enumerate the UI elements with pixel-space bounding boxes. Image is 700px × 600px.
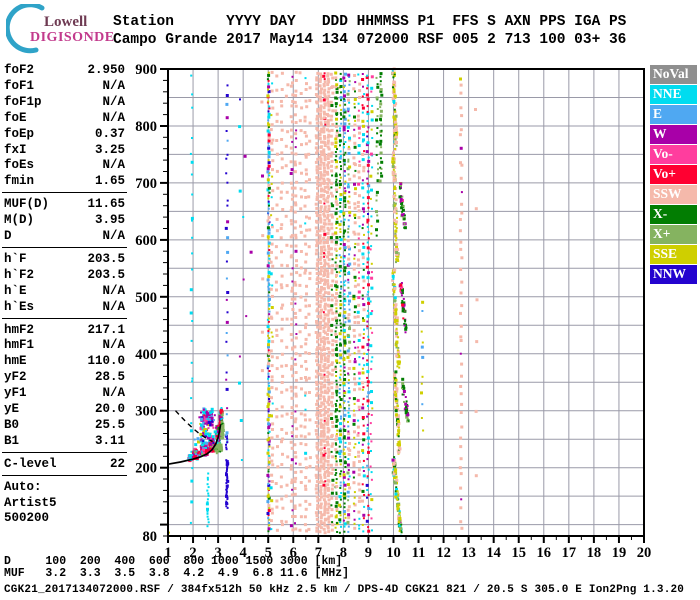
- legend-item-vo: Vo+: [650, 165, 697, 184]
- svg-text:500: 500: [135, 290, 157, 306]
- legend-label: X+: [653, 226, 670, 242]
- legend-label: SSE: [653, 246, 677, 262]
- legend-item-e: E: [650, 105, 697, 124]
- legend: NoVal NNE EW Vo- Vo+ SSW X- X+ SSE NNW: [650, 65, 697, 285]
- svg-text:300: 300: [135, 404, 157, 420]
- legend-item-x: X+: [650, 225, 697, 244]
- svg-text:11: 11: [412, 545, 426, 561]
- legend-label: NNE: [653, 86, 682, 102]
- legend-label: SSW: [653, 186, 682, 202]
- file-info-row: CGK21_2017134072000.RSF / 384fx512h 50 k…: [4, 584, 684, 596]
- legend-item-noval: NoVal: [650, 65, 697, 84]
- legend-item-nne: NNE: [650, 85, 697, 104]
- svg-text:80: 80: [143, 529, 158, 545]
- legend-item-nnw: NNW: [650, 265, 697, 284]
- legend-item-w: W: [650, 125, 697, 144]
- ionogram-plot: 1234567891011121314151617181920900800700…: [0, 0, 700, 600]
- svg-text:200: 200: [135, 461, 157, 477]
- legend-label: X-: [653, 206, 667, 222]
- svg-text:900: 900: [135, 62, 157, 78]
- legend-item-sse: SSE: [650, 245, 697, 264]
- svg-text:700: 700: [135, 176, 157, 192]
- svg-text:600: 600: [135, 233, 157, 249]
- legend-label: NNW: [653, 266, 686, 282]
- legend-item-vo: Vo-: [650, 145, 697, 164]
- svg-text:12: 12: [436, 545, 451, 561]
- legend-label: W: [653, 126, 667, 142]
- svg-text:13: 13: [461, 545, 476, 561]
- svg-text:15: 15: [511, 545, 526, 561]
- legend-item-ssw: SSW: [650, 185, 697, 204]
- legend-item-x: X-: [650, 205, 697, 224]
- legend-label: NoVal: [653, 66, 689, 82]
- svg-text:16: 16: [537, 545, 552, 561]
- svg-text:19: 19: [612, 545, 627, 561]
- legend-label: Vo+: [653, 166, 676, 182]
- legend-label: E: [653, 106, 662, 122]
- echo-points: [168, 68, 479, 537]
- legend-label: Vo-: [653, 146, 673, 162]
- svg-text:800: 800: [135, 119, 157, 135]
- muf-row: MUF 3.2 3.3 3.5 3.8 4.2 4.9 6.8 11.6 [MH…: [4, 567, 349, 580]
- svg-text:9: 9: [365, 545, 372, 561]
- plot-grid: [168, 69, 644, 536]
- svg-text:18: 18: [587, 545, 602, 561]
- svg-text:10: 10: [386, 545, 401, 561]
- svg-text:400: 400: [135, 347, 157, 363]
- svg-text:20: 20: [637, 545, 652, 561]
- digisonde-ionogram-screen: Lowell DIGISONDE Station YYYY DAY DDD HH…: [0, 0, 700, 600]
- svg-text:14: 14: [486, 545, 501, 561]
- svg-text:17: 17: [562, 545, 577, 561]
